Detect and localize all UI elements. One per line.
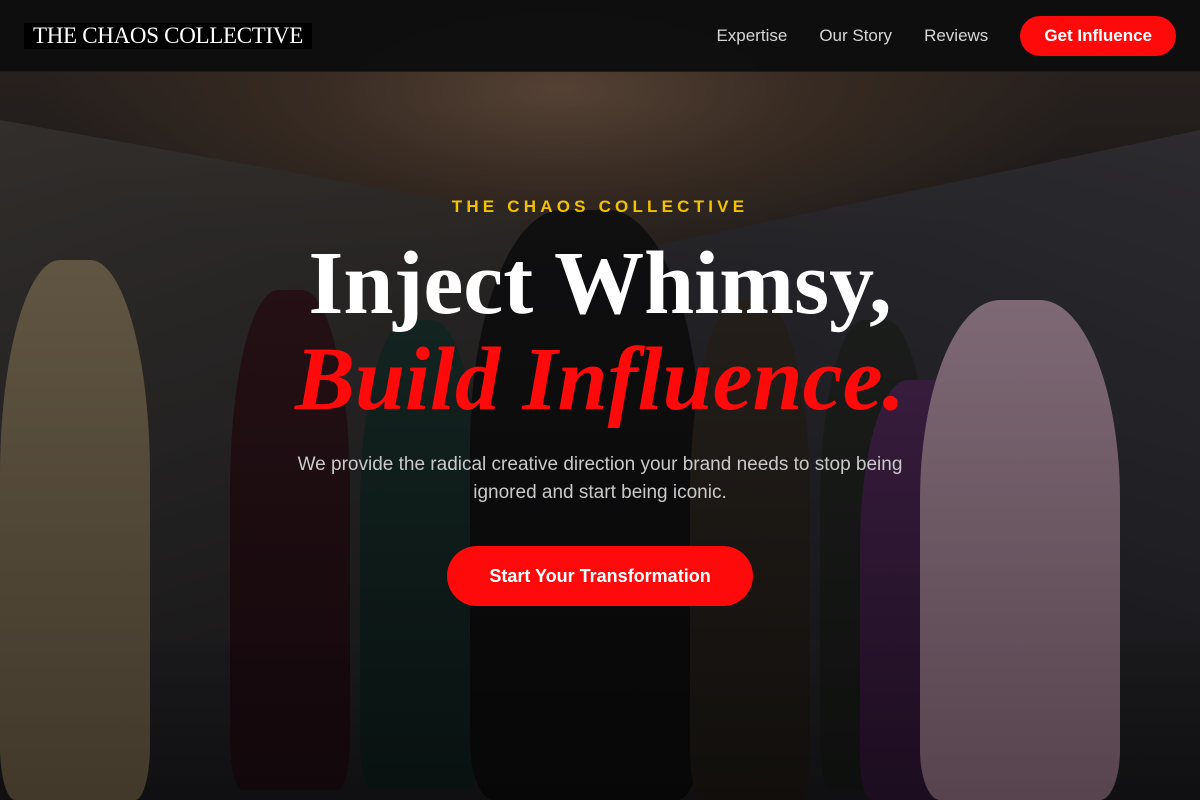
landing-page: THE CHAOS COLLECTIVE Expertise Our Story…: [0, 0, 1200, 800]
nav-link-reviews[interactable]: Reviews: [924, 26, 988, 46]
start-transformation-button[interactable]: Start Your Transformation: [447, 546, 753, 606]
hero-subtitle: We provide the radical creative directio…: [297, 454, 903, 503]
get-influence-button[interactable]: Get Influence: [1020, 15, 1176, 56]
hero-section: THE CHAOS COLLECTIVE Inject Whimsy, Buil…: [0, 0, 1200, 800]
hero-eyebrow: THE CHAOS COLLECTIVE: [451, 197, 749, 216]
hero-headline-line2: Build Influence.: [294, 330, 906, 429]
nav-link-our-story[interactable]: Our Story: [819, 26, 892, 46]
hero-headline-line1: Inject Whimsy,: [308, 234, 892, 333]
nav-link-expertise[interactable]: Expertise: [716, 26, 787, 46]
top-navbar: THE CHAOS COLLECTIVE Expertise Our Story…: [0, 0, 1200, 72]
nav-links: Expertise Our Story Reviews Get Influenc…: [716, 15, 1176, 56]
brand-logo[interactable]: THE CHAOS COLLECTIVE: [24, 22, 312, 49]
